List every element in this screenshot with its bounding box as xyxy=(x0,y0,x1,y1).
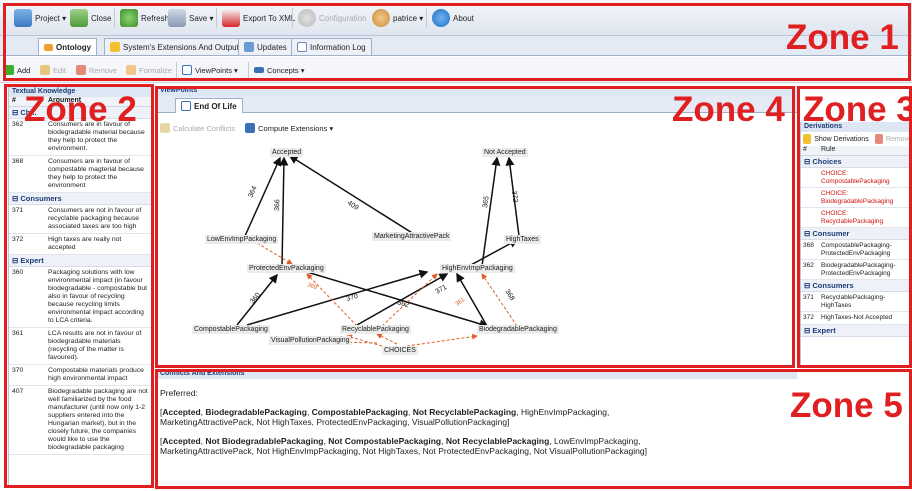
zone-5-label: Zone 5 xyxy=(790,386,903,425)
zone-3-label: Zone 3 xyxy=(803,90,912,129)
zone-1-label: Zone 1 xyxy=(786,18,899,57)
zone-2-outline xyxy=(4,84,154,488)
zone-2-label: Zone 2 xyxy=(24,90,137,129)
zone-4-label: Zone 4 xyxy=(672,90,785,129)
zone-1-outline xyxy=(3,3,911,81)
